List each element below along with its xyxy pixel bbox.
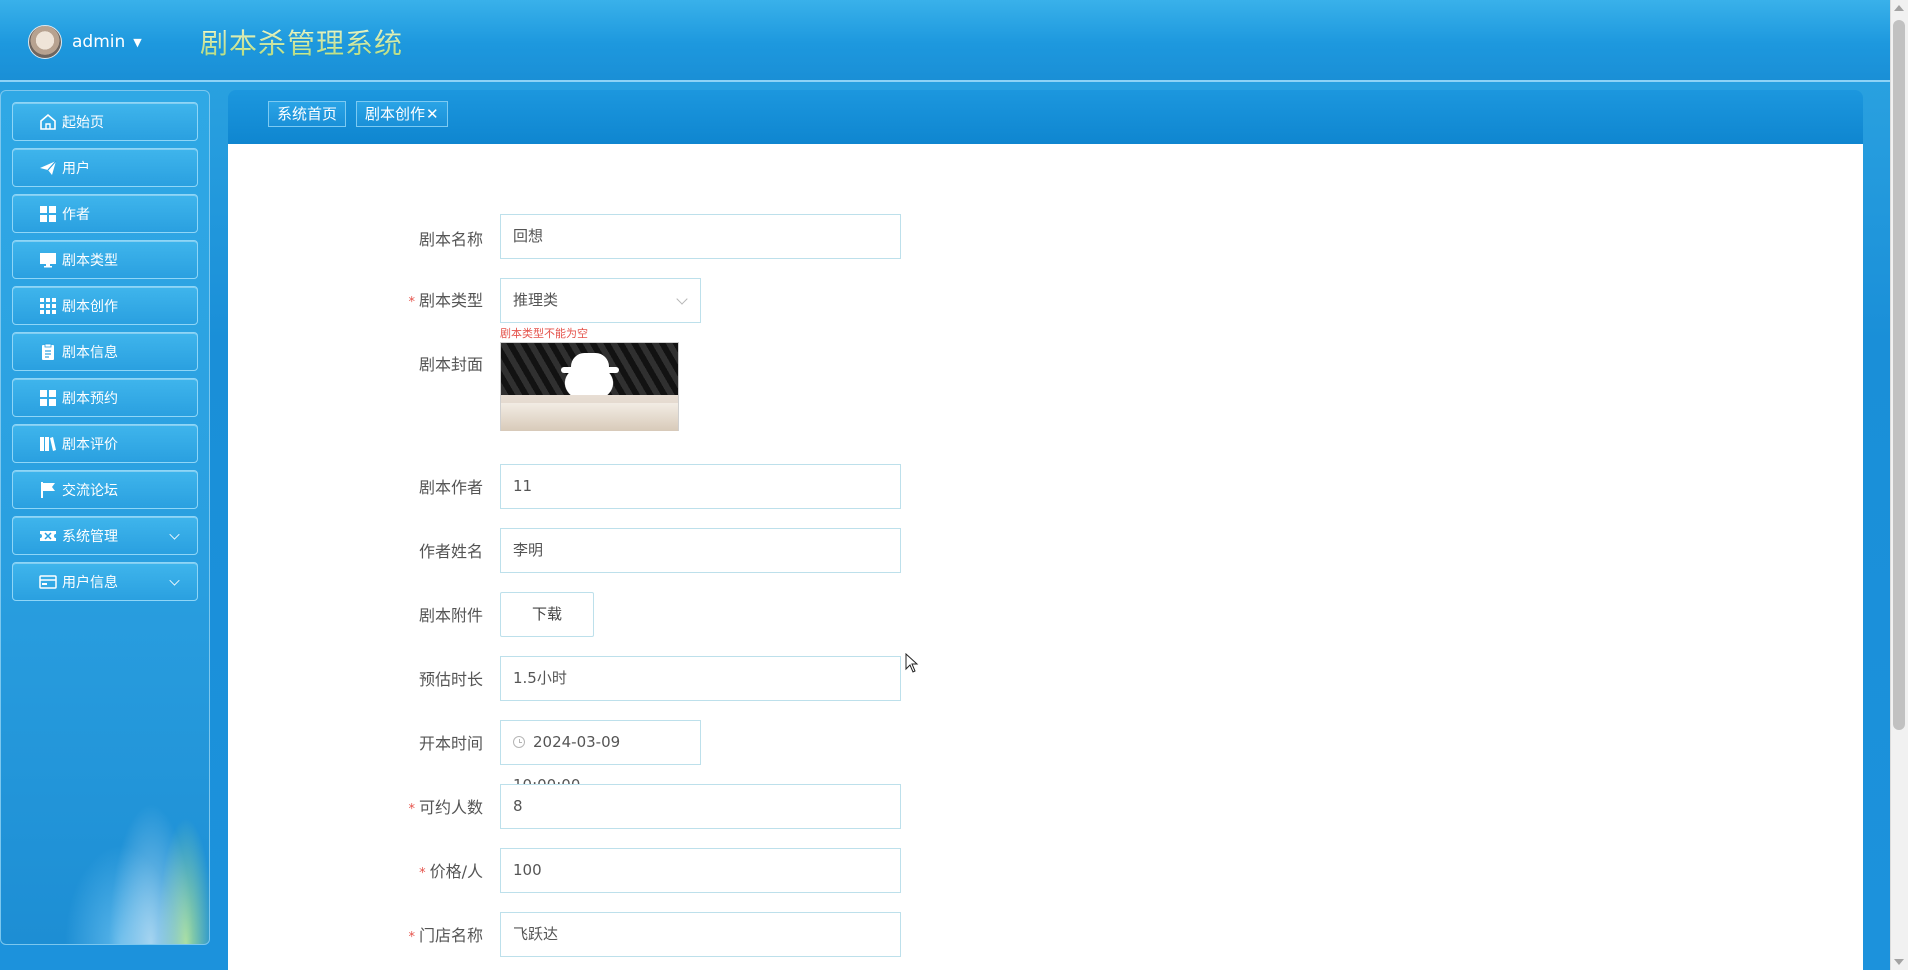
sidebar-item-label: 剧本创作	[62, 298, 118, 315]
author-name-input[interactable]: 李明	[500, 528, 901, 573]
cover-hat-brim	[561, 367, 619, 373]
sidebar-item-authors[interactable]: 作者	[12, 194, 198, 233]
author-label: 剧本作者	[418, 478, 483, 497]
required-mark: *	[408, 930, 415, 945]
sidebar-item-script-info[interactable]: 剧本信息	[12, 332, 198, 371]
sidebar-item-script-review[interactable]: 剧本评价	[12, 424, 198, 463]
sidebar-item-label: 剧本类型	[62, 252, 118, 269]
type-error-message: 剧本类型不能为空	[500, 327, 588, 340]
chevron-down-icon	[676, 293, 688, 305]
home-icon	[38, 112, 58, 132]
sidebar-item-system-admin[interactable]: 系统管理	[12, 516, 198, 555]
scroll-up-icon[interactable]	[1894, 5, 1904, 11]
script-type-select[interactable]: 推理类	[500, 278, 701, 323]
scroll-down-icon[interactable]	[1894, 959, 1904, 965]
required-mark: *	[408, 295, 415, 310]
paper-plane-icon	[38, 158, 58, 178]
clipboard-icon	[38, 342, 58, 362]
page-scrollbar[interactable]	[1890, 0, 1908, 970]
name-label: 剧本名称	[418, 230, 483, 249]
select-value: 推理类	[513, 291, 559, 309]
sidebar-item-home[interactable]: 起始页	[12, 102, 198, 141]
book-icon	[38, 434, 58, 454]
store-label: * 门店名称	[408, 926, 483, 945]
attachment-label: 剧本附件	[418, 606, 483, 625]
top-header: admin ▼ 剧本杀管理系统	[0, 0, 1890, 82]
sidebar-item-script-creation[interactable]: 剧本创作	[12, 286, 198, 325]
store-input[interactable]: 飞跃达	[500, 912, 901, 957]
tab-script-creation[interactable]: 剧本创作✕	[356, 101, 448, 127]
tab-bar: 系统首页 剧本创作✕	[228, 90, 1863, 144]
sidebar-item-label: 系统管理	[62, 528, 118, 545]
tab-label: 剧本创作	[365, 105, 426, 123]
sidebar-item-label: 作者	[62, 206, 90, 223]
sidebar-item-label: 剧本预约	[62, 390, 118, 407]
sidebar-item-label: 剧本评价	[62, 436, 118, 453]
sidebar-item-label: 交流论坛	[62, 482, 118, 499]
start-time-picker[interactable]: 2024-03-09 10:00:00	[500, 720, 701, 794]
monitor-icon	[38, 250, 58, 270]
sidebar-item-users[interactable]: 用户	[12, 148, 198, 187]
sidebar-item-script-types[interactable]: 剧本类型	[12, 240, 198, 279]
duration-input[interactable]: 1.5小时	[500, 656, 901, 701]
caret-down-icon: ▼	[133, 35, 142, 49]
grid-icon	[38, 204, 58, 224]
clock-icon	[513, 736, 525, 748]
script-name-input[interactable]: 回想	[500, 214, 901, 259]
sidebar-item-forum[interactable]: 交流论坛	[12, 470, 198, 509]
sidebar-item-label: 起始页	[62, 114, 104, 131]
user-menu[interactable]: admin ▼	[28, 24, 142, 60]
close-icon[interactable]: ✕	[426, 105, 439, 123]
type-label: * 剧本类型	[408, 291, 483, 310]
sidebar-item-label: 剧本信息	[62, 344, 118, 361]
tab-label: 系统首页	[277, 105, 338, 123]
price-label: * 价格/人	[419, 862, 483, 881]
price-input[interactable]: 100	[500, 848, 901, 893]
cover-desk	[501, 403, 678, 431]
sidebar: 起始页 用户 作者 剧本类型 剧本创作 剧本信息 剧本预约 剧本评价 交流论坛 …	[0, 90, 210, 945]
apps-icon	[38, 296, 58, 316]
sidebar-item-label: 用户	[62, 160, 90, 177]
avatar	[28, 25, 62, 59]
form-container: 剧本名称 回想 *剧本类型 推理类 剧本类型不能为空 剧本封面 剧本作者 11	[228, 144, 1863, 970]
sidebar-decoration	[1, 684, 209, 944]
mouse-cursor-icon	[905, 653, 919, 673]
capacity-label: * 可约人数	[408, 798, 483, 817]
sidebar-item-label: 用户信息	[62, 574, 118, 591]
required-mark: *	[408, 802, 415, 817]
card-icon	[38, 572, 58, 592]
sidebar-item-script-booking[interactable]: 剧本预约	[12, 378, 198, 417]
chevron-down-icon	[169, 529, 180, 540]
grid-icon	[38, 388, 58, 408]
author-name-label: 作者姓名	[418, 542, 483, 561]
sidebar-item-user-info[interactable]: 用户信息	[12, 562, 198, 601]
cover-image[interactable]	[500, 342, 679, 431]
flag-icon	[38, 480, 58, 500]
capacity-input[interactable]: 8	[500, 784, 901, 829]
download-button[interactable]: 下载	[500, 592, 594, 637]
app-title: 剧本杀管理系统	[200, 22, 403, 62]
tab-home[interactable]: 系统首页	[268, 101, 347, 127]
scrollbar-thumb[interactable]	[1893, 20, 1905, 730]
required-mark: *	[419, 866, 426, 881]
main-panel: 系统首页 剧本创作✕ 剧本名称 回想 * 剧本类型 推理类 剧本类型不能为空 剧本…	[228, 90, 1863, 970]
chevron-down-icon	[169, 575, 180, 586]
start-time-label: 开本时间	[418, 734, 483, 753]
duration-label: 预估时长	[418, 670, 483, 689]
user-name: admin	[72, 32, 126, 52]
cover-label: 剧本封面	[418, 355, 483, 374]
ticket-icon	[38, 526, 58, 546]
author-input[interactable]: 11	[500, 464, 901, 509]
